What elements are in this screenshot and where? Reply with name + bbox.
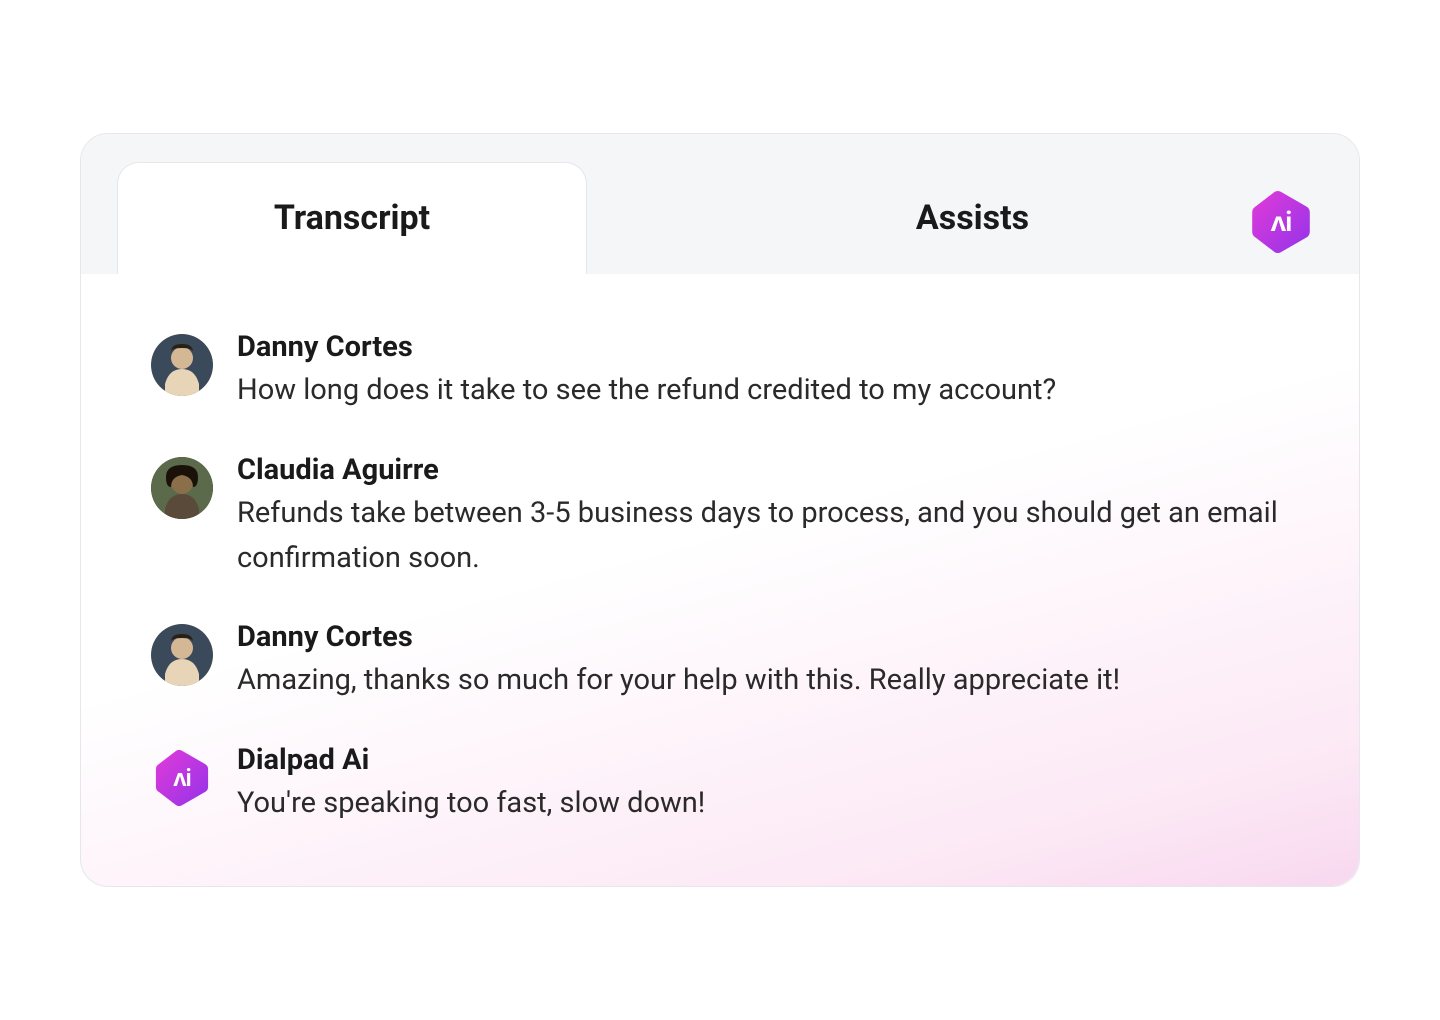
dialpad-ai-avatar: ʌi <box>151 747 213 809</box>
danny-cortes-avatar <box>151 334 213 396</box>
message-body: Danny Cortes How long does it take to se… <box>237 330 1289 413</box>
tab-transcript[interactable]: Transcript <box>117 162 587 274</box>
tab-assists-label: Assists <box>916 198 1029 238</box>
message-row: ʌi Dialpad Ai You're speaking too fast, … <box>151 743 1289 826</box>
message-row: Claudia Aguirre Refunds take between 3-5… <box>151 453 1289 581</box>
message-body: Dialpad Ai You're speaking too fast, slo… <box>237 743 1289 826</box>
message-body: Claudia Aguirre Refunds take between 3-5… <box>237 453 1289 581</box>
message-row: Danny Cortes How long does it take to se… <box>151 330 1289 413</box>
message-text: Amazing, thanks so much for your help wi… <box>237 658 1289 703</box>
ai-icon: ʌi <box>153 749 211 807</box>
transcript-content: Danny Cortes How long does it take to se… <box>81 273 1359 887</box>
transcript-panel: Transcript Assists ʌi <box>80 133 1360 888</box>
ai-badge[interactable]: ʌi <box>1247 188 1315 256</box>
message-text: Refunds take between 3-5 business days t… <box>237 491 1289 581</box>
message-text: How long does it take to see the refund … <box>237 368 1289 413</box>
message-row: Danny Cortes Amazing, thanks so much for… <box>151 620 1289 703</box>
message-text: You're speaking too fast, slow down! <box>237 781 1289 826</box>
message-author: Danny Cortes <box>237 620 1289 654</box>
tab-assists[interactable]: Assists <box>586 162 1359 274</box>
claudia-aguirre-avatar <box>151 457 213 519</box>
message-author: Danny Cortes <box>237 330 1289 364</box>
tab-bar: Transcript Assists ʌi <box>81 134 1359 274</box>
message-author: Claudia Aguirre <box>237 453 1289 487</box>
message-body: Danny Cortes Amazing, thanks so much for… <box>237 620 1289 703</box>
ai-icon: ʌi <box>1249 190 1313 254</box>
message-author: Dialpad Ai <box>237 743 1289 777</box>
danny-cortes-avatar <box>151 624 213 686</box>
tab-transcript-label: Transcript <box>274 198 430 238</box>
